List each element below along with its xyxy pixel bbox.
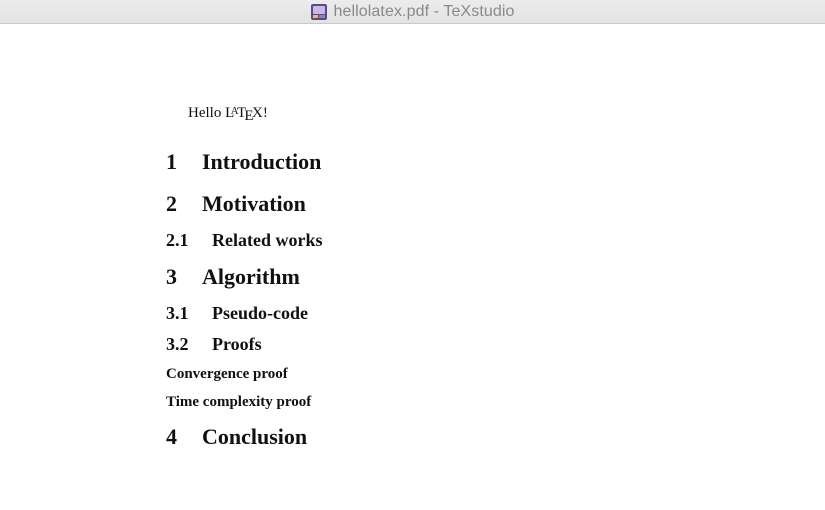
subsection-heading-proofs: 3.2 Proofs <box>166 334 262 355</box>
section-heading-conclusion: 4 Conclusion <box>166 424 307 450</box>
section-number: 3 <box>166 264 177 289</box>
section-heading-motivation: 2 Motivation <box>166 191 306 217</box>
subsubsection-heading-convergence-proof: Convergence proof <box>166 366 288 383</box>
greeting-suffix: ! <box>262 105 268 122</box>
section-heading-introduction: 1 Introduction <box>166 149 321 175</box>
section-title: Algorithm <box>202 264 300 289</box>
subsection-title: Pseudo-code <box>212 303 308 323</box>
greeting-prefix: Hello <box>188 105 226 122</box>
subsection-title: Proofs <box>212 334 262 354</box>
subsection-number: 3.1 <box>166 303 189 323</box>
subsection-number: 3.2 <box>166 334 189 354</box>
subsection-heading-related-works: 2.1 Related works <box>166 230 323 251</box>
subsection-number: 2.1 <box>166 230 189 250</box>
subsection-heading-pseudo-code: 3.1 Pseudo-code <box>166 303 308 324</box>
section-title: Motivation <box>202 191 306 216</box>
pdf-page: Hello LATEX! 1 Introduction 2 Motivation… <box>0 25 825 510</box>
section-heading-algorithm: 3 Algorithm <box>166 264 300 290</box>
texstudio-app-icon <box>310 3 328 21</box>
section-number: 2 <box>166 191 177 216</box>
section-number: 1 <box>166 149 177 174</box>
latex-logo: LATEX <box>225 105 263 125</box>
pdf-viewer-window: hellolatex.pdf - TeXstudio Hello LATEX! … <box>0 0 825 510</box>
subsection-title: Related works <box>212 230 323 250</box>
subsubsection-heading-time-complexity-proof: Time complexity proof <box>166 394 311 411</box>
title-bar[interactable]: hellolatex.pdf - TeXstudio <box>0 0 825 24</box>
window-title: hellolatex.pdf - TeXstudio <box>333 2 515 20</box>
section-title: Introduction <box>202 149 322 174</box>
title-wrap: hellolatex.pdf - TeXstudio <box>310 3 514 21</box>
hello-latex-text: Hello LATEX! <box>188 105 268 125</box>
subsubsection-title: Time complexity proof <box>166 394 312 410</box>
subsubsection-title: Convergence proof <box>166 366 288 382</box>
section-number: 4 <box>166 424 177 449</box>
section-title: Conclusion <box>202 424 308 449</box>
